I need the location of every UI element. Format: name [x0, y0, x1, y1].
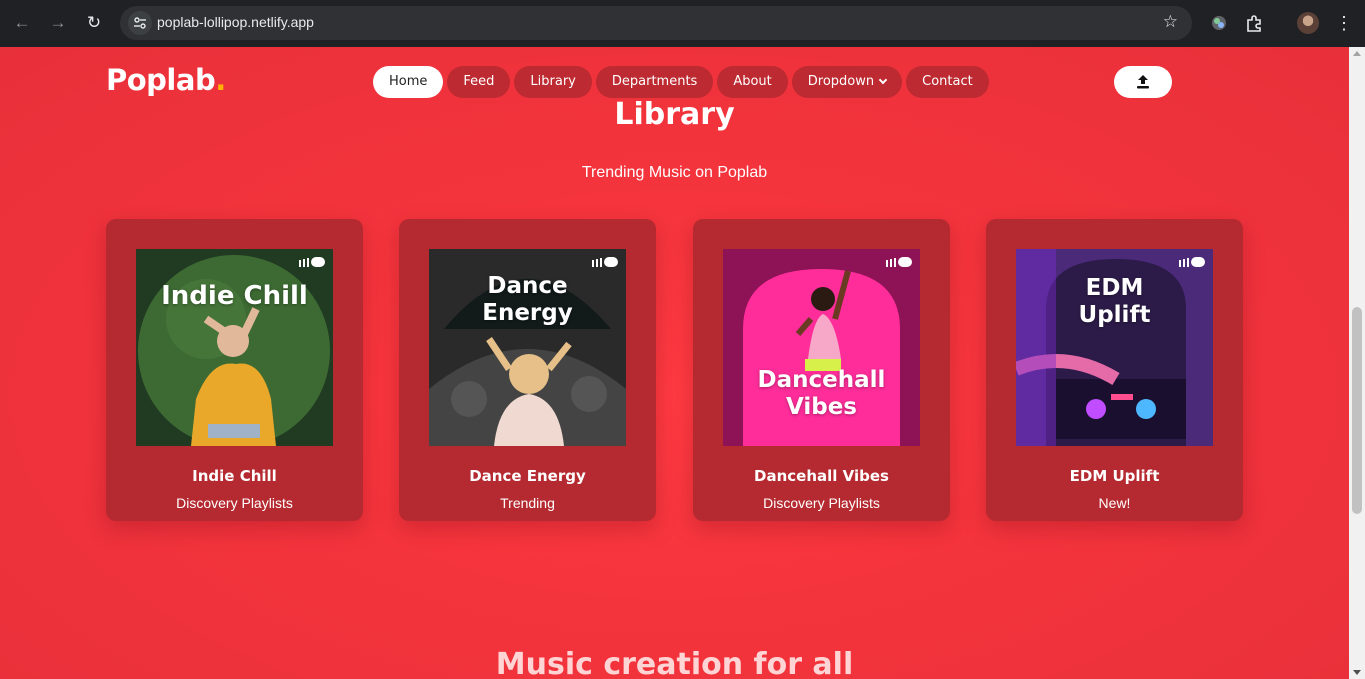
logo-dot: . — [215, 63, 226, 97]
upload-icon — [1137, 75, 1149, 89]
logo-text: Poplab — [106, 63, 216, 97]
playlist-cover[interactable]: Dancehall Vibes — [723, 249, 920, 446]
nav-feed[interactable]: Feed — [447, 66, 511, 98]
card-title[interactable]: Dancehall Vibes — [693, 467, 950, 485]
more-icon[interactable]: ⋮ — [1335, 12, 1353, 34]
page-scrollbar[interactable] — [1349, 47, 1365, 679]
cover-title: EDM Uplift — [1016, 275, 1213, 329]
cover-title-line: Vibes — [785, 394, 858, 420]
star-icon[interactable]: ☆ — [1163, 12, 1178, 32]
card-title[interactable]: EDM Uplift — [986, 467, 1243, 485]
chevron-down-icon — [878, 75, 888, 85]
scroll-down-icon[interactable] — [1353, 670, 1361, 675]
playlist-card-dance-energy[interactable]: Dance Energy Dance Energy Trending — [399, 219, 656, 521]
reload-icon[interactable]: ↻ — [83, 12, 105, 34]
playlist-cover[interactable]: Indie Chill — [136, 249, 333, 446]
playlist-cover[interactable]: Dance Energy — [429, 249, 626, 446]
puzzle-icon[interactable] — [1243, 12, 1265, 34]
cover-title-line: Dancehall — [757, 367, 886, 393]
soundcloud-icon — [886, 257, 912, 267]
nav-dropdown-label: Dropdown — [807, 74, 875, 89]
browser-toolbar: ← → ↻ poplab-lollipop.netlify.app ☆ ⋮ — [0, 0, 1365, 47]
playlist-card-indie-chill[interactable]: Indie Chill Indie Chill Discovery Playli… — [106, 219, 363, 521]
nav-library[interactable]: Library — [514, 66, 592, 98]
nav-about-label: About — [733, 74, 772, 89]
card-subtitle: Trending — [500, 495, 555, 511]
cover-title-line: EDM — [1085, 275, 1144, 301]
playlist-card-edm-uplift[interactable]: EDM Uplift EDM Uplift New! — [986, 219, 1243, 521]
soundcloud-icon — [592, 257, 618, 267]
site-logo[interactable]: Poplab. — [106, 63, 226, 97]
card-title[interactable]: Dance Energy — [399, 467, 656, 485]
cover-title: Indie Chill — [161, 281, 308, 311]
webpage: Poplab. Home Feed Library Departments Ab… — [0, 47, 1349, 679]
playlist-card-dancehall-vibes[interactable]: Dancehall Vibes Dancehall Vibes Discovery… — [693, 219, 950, 521]
nav-home[interactable]: Home — [373, 66, 444, 98]
nav-about[interactable]: About — [717, 66, 788, 98]
address-bar[interactable]: poplab-lollipop.netlify.app ☆ — [120, 6, 1192, 40]
card-subtitle: Discovery Playlists — [763, 495, 880, 511]
extension-icon[interactable] — [1208, 12, 1230, 34]
scroll-thumb[interactable] — [1352, 307, 1362, 514]
card-subtitle: Discovery Playlists — [176, 495, 293, 511]
nav-feed-label: Feed — [463, 74, 495, 89]
main-nav: Home Feed Library Departments About Drop… — [373, 66, 989, 98]
nav-departments[interactable]: Departments — [595, 66, 714, 98]
nav-dropdown[interactable]: Dropdown — [791, 66, 903, 98]
soundcloud-icon — [299, 257, 325, 267]
cover-title-line: Energy — [482, 300, 573, 326]
cover-title-line: Uplift — [1078, 302, 1151, 328]
playlist-cover[interactable]: EDM Uplift — [1016, 249, 1213, 446]
url-text[interactable]: poplab-lollipop.netlify.app — [157, 14, 314, 30]
card-title[interactable]: Indie Chill — [106, 467, 363, 485]
library-subtitle: Trending Music on Poplab — [581, 164, 768, 181]
card-subtitle: New! — [1098, 495, 1131, 511]
cover-title: Dance Energy — [429, 273, 626, 327]
nav-home-label: Home — [389, 74, 428, 89]
forward-icon[interactable]: → — [47, 12, 69, 34]
nav-library-label: Library — [530, 74, 576, 89]
library-title: Library — [614, 97, 735, 132]
nav-departments-label: Departments — [611, 74, 698, 89]
music-creation-title: Music creation for all — [495, 647, 854, 679]
soundcloud-icon — [1179, 257, 1205, 267]
scroll-up-icon[interactable] — [1353, 51, 1361, 56]
cover-title-line: Dance — [487, 273, 568, 299]
profile-avatar[interactable] — [1297, 12, 1319, 34]
back-icon[interactable]: ← — [11, 12, 33, 34]
nav-contact[interactable]: Contact — [906, 66, 989, 98]
site-info-icon[interactable] — [128, 11, 152, 35]
cover-title: Dancehall Vibes — [723, 367, 920, 421]
nav-contact-label: Contact — [922, 74, 973, 89]
cover-art — [136, 249, 333, 446]
upload-button[interactable] — [1114, 66, 1172, 98]
